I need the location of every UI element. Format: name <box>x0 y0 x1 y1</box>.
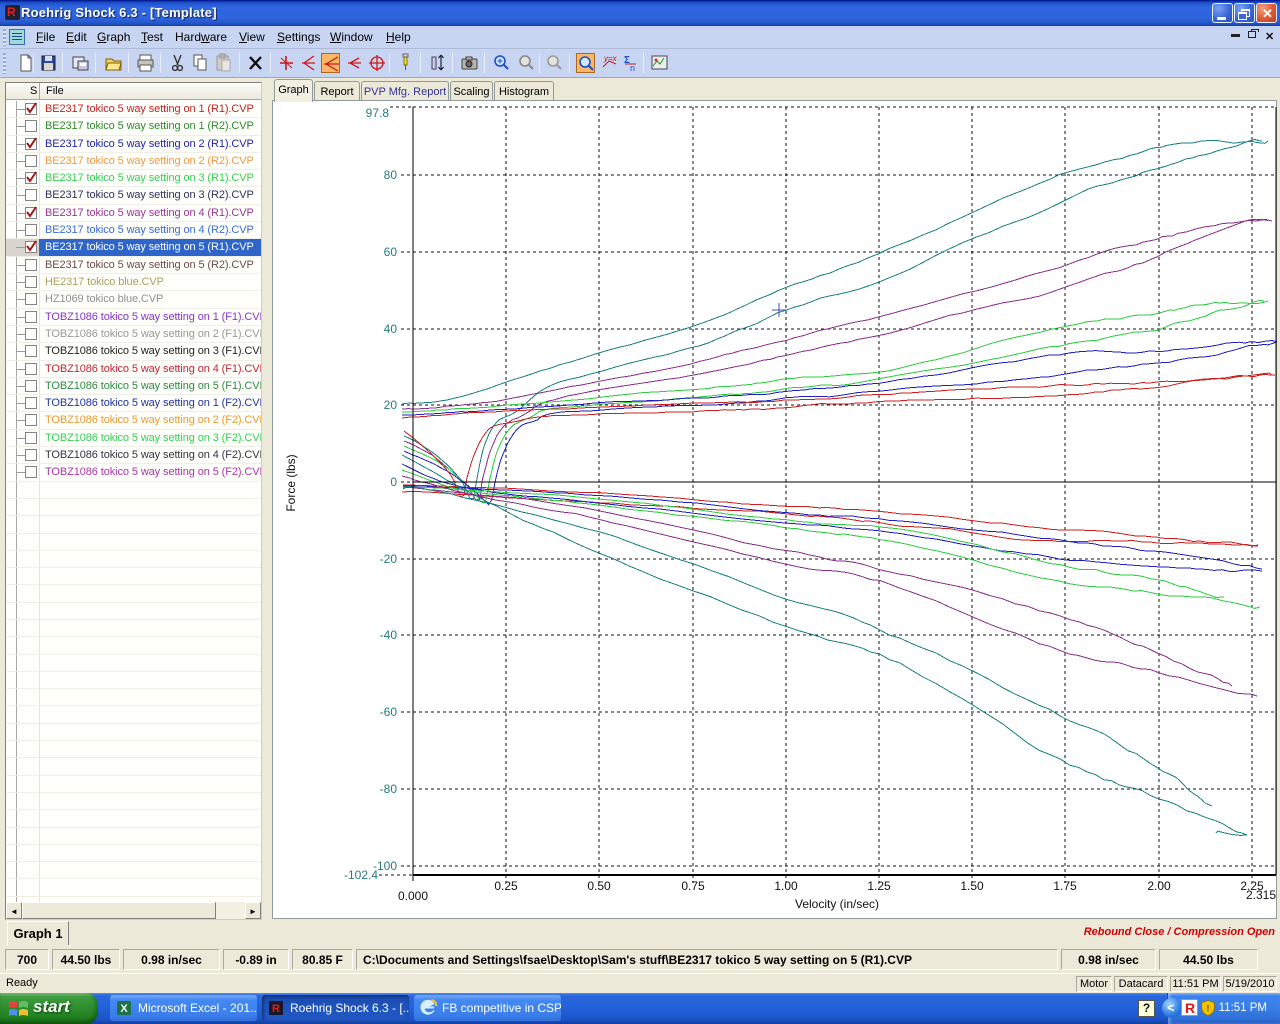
svg-text:Force (lbs): Force (lbs) <box>284 454 298 511</box>
svg-text:20: 20 <box>384 398 398 412</box>
svg-text:80: 80 <box>384 168 398 182</box>
svg-text:-60: -60 <box>380 705 398 719</box>
svg-text:n: n <box>630 63 635 73</box>
svg-text:1.00: 1.00 <box>774 879 798 893</box>
svg-text:0: 0 <box>390 475 397 489</box>
svg-text:!: ! <box>1206 1004 1209 1015</box>
svg-text:-40: -40 <box>380 628 398 642</box>
svg-text:40: 40 <box>384 322 398 336</box>
svg-text:1.75: 1.75 <box>1053 879 1077 893</box>
svg-text:Velocity (in/sec): Velocity (in/sec) <box>795 897 879 911</box>
svg-text:2.315: 2.315 <box>1246 888 1276 902</box>
svg-text:1.50: 1.50 <box>960 879 984 893</box>
svg-text:2.00: 2.00 <box>1147 879 1171 893</box>
svg-text:R: R <box>272 1003 280 1015</box>
svg-text:y=x: y=x <box>603 54 618 63</box>
svg-text:-80: -80 <box>380 782 398 796</box>
svg-text:0.000: 0.000 <box>398 889 428 903</box>
svg-text:-102.4: -102.4 <box>344 868 378 882</box>
svg-text:0.75: 0.75 <box>681 879 705 893</box>
svg-text:-20: -20 <box>380 552 398 566</box>
svg-text:X: X <box>120 1003 128 1015</box>
svg-text:0.25: 0.25 <box>494 879 518 893</box>
svg-text:0.50: 0.50 <box>587 879 611 893</box>
svg-text:60: 60 <box>384 245 398 259</box>
svg-text:97.8: 97.8 <box>366 106 390 120</box>
svg-text:1.25: 1.25 <box>867 879 891 893</box>
